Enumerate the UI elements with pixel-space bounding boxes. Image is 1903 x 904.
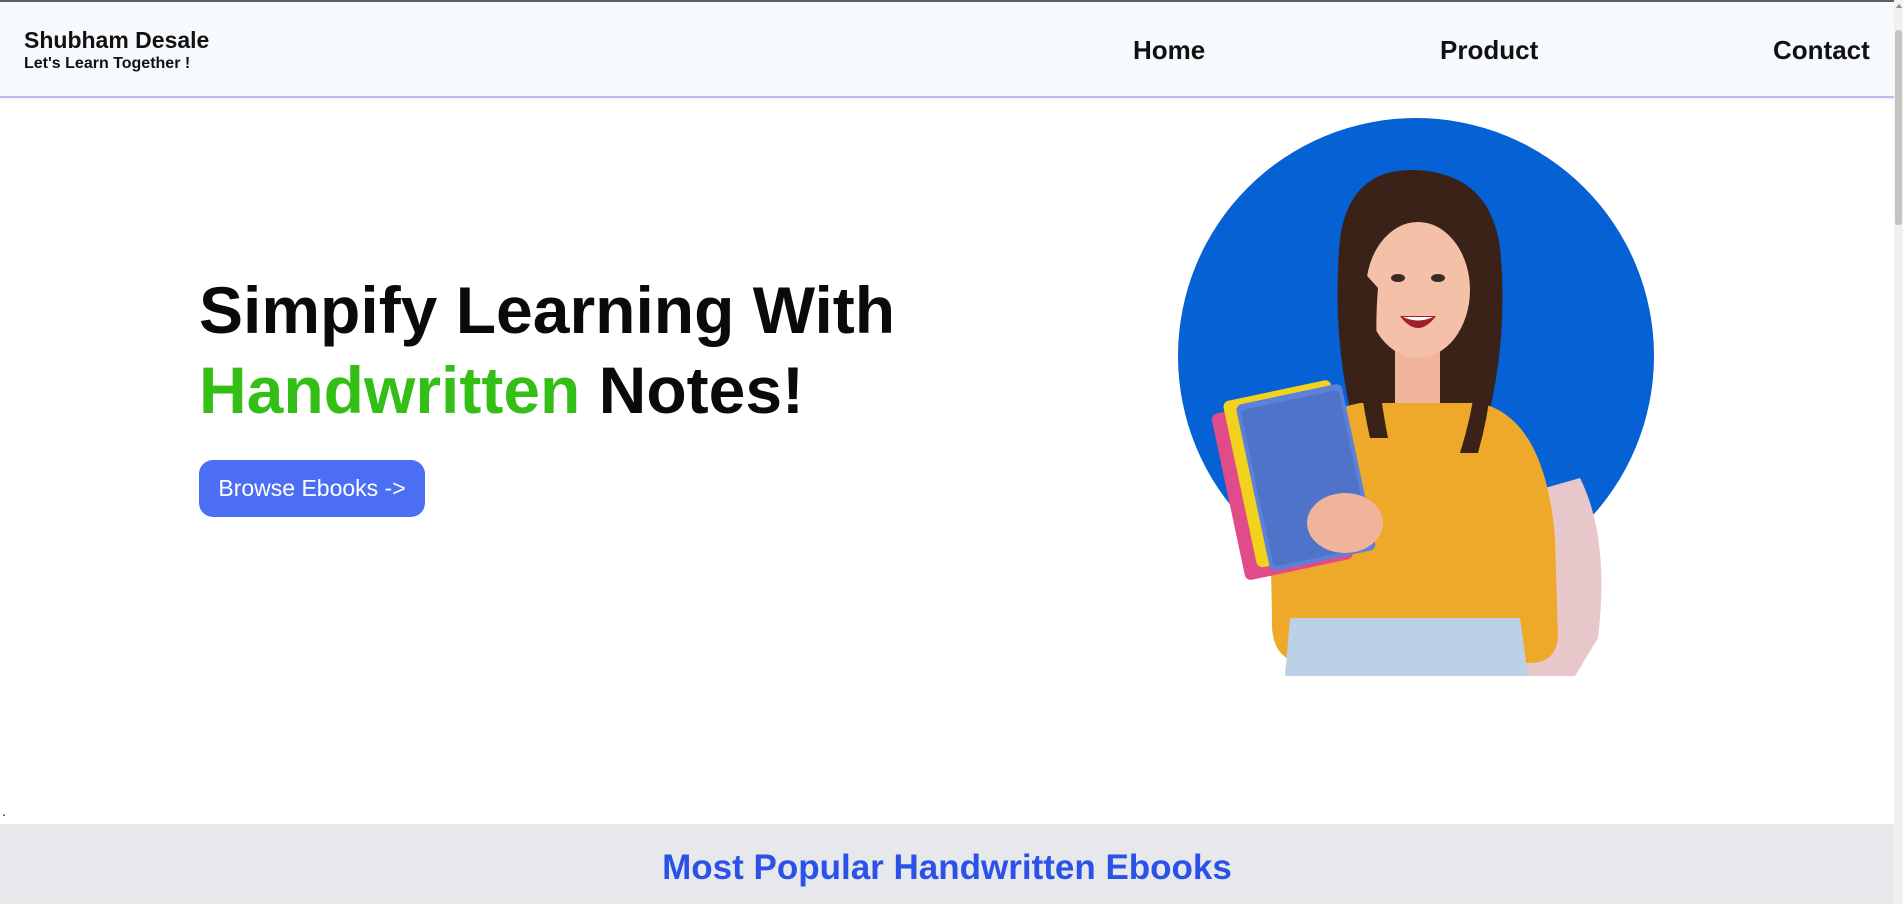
face-shape [1366,222,1470,358]
hands-shape [1307,493,1383,553]
eye-right-shape [1431,274,1445,282]
hero-title-line1: Simpify Learning With [199,273,896,347]
brand[interactable]: Shubham Desale Let's Learn Together ! [24,26,209,74]
hero-title: Simpify Learning With Handwritten Notes! [199,270,895,430]
hero-illustration [1178,118,1654,676]
brand-name: Shubham Desale [24,27,210,53]
jeans-shape [1285,618,1528,676]
scrollbar-thumb[interactable] [1895,30,1902,225]
popular-ebooks-heading: Most Popular Handwritten Ebooks [662,848,1232,887]
stray-text: . [2,803,6,819]
eye-left-shape [1391,274,1405,282]
scroll-up-arrow-icon[interactable] [1896,4,1902,8]
nav-home-link[interactable]: Home [1133,35,1205,66]
nav-contact-link[interactable]: Contact [1773,35,1870,66]
brand-tagline: Let's Learn Together ! [24,55,191,72]
popular-ebooks-section: Most Popular Handwritten Ebooks [0,824,1894,904]
browse-ebooks-button[interactable]: Browse Ebooks -> [199,460,425,517]
page: Shubham Desale Let's Learn Together ! Ho… [0,0,1903,904]
site-header: Shubham Desale Let's Learn Together ! Ho… [0,2,1894,98]
hero-title-accent: Handwritten [199,353,581,427]
hero-title-rest: Notes! [580,353,805,427]
nav-product-link[interactable]: Product [1440,35,1538,66]
page-scrollbar[interactable] [1894,0,1903,904]
